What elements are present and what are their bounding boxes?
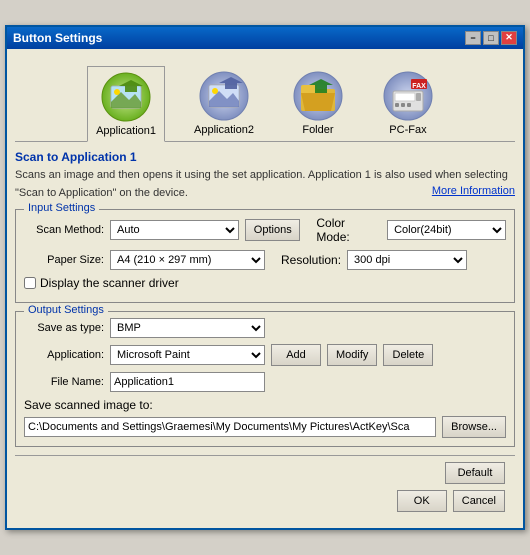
- paper-size-select[interactable]: A4 (210 × 297 mm): [110, 250, 265, 270]
- application-select[interactable]: Microsoft Paint: [110, 345, 265, 365]
- app2-icon: [198, 70, 250, 122]
- delete-button[interactable]: Delete: [383, 344, 433, 366]
- main-content: Application1: [7, 49, 523, 528]
- button-settings-window: Button Settings − □ ✕: [5, 25, 525, 530]
- path-row: Browse...: [24, 416, 506, 438]
- ok-cancel-row: OK Cancel: [15, 490, 515, 520]
- save-type-row: Save as type: BMP: [24, 318, 506, 338]
- application-label: Application:: [24, 349, 104, 361]
- input-settings-label: Input Settings: [24, 202, 99, 214]
- resolution-select[interactable]: 300 dpi: [347, 250, 467, 270]
- tab-application1-label: Application1: [96, 125, 156, 137]
- tab-application2-label: Application2: [194, 124, 254, 136]
- description-line2: "Scan to Application" on the device.: [15, 186, 188, 201]
- ok-button[interactable]: OK: [397, 490, 447, 512]
- paper-size-row: Paper Size: A4 (210 × 297 mm) Resolution…: [24, 250, 506, 270]
- description-line1: Scans an image and then opens it using t…: [15, 168, 515, 183]
- save-path-input[interactable]: [24, 417, 436, 437]
- cancel-button[interactable]: Cancel: [453, 490, 505, 512]
- display-driver-checkbox[interactable]: [24, 277, 36, 289]
- title-bar: Button Settings − □ ✕: [7, 27, 523, 49]
- tab-pcfax-label: PC-Fax: [389, 124, 426, 136]
- file-name-row: File Name:: [24, 372, 506, 392]
- resolution-label: Resolution:: [281, 253, 341, 267]
- bottom-bar: Default: [15, 455, 515, 490]
- file-name-input[interactable]: [110, 372, 265, 392]
- tab-folder-label: Folder: [302, 124, 333, 136]
- output-settings-label: Output Settings: [24, 304, 108, 316]
- save-type-select[interactable]: BMP: [110, 318, 265, 338]
- input-settings-group: Input Settings Scan Method: Auto Options…: [15, 209, 515, 303]
- app1-icon: [100, 71, 152, 123]
- scan-method-label: Scan Method:: [24, 224, 104, 236]
- display-driver-label: Display the scanner driver: [40, 276, 179, 290]
- tab-application1[interactable]: Application1: [87, 66, 165, 142]
- window-title: Button Settings: [13, 31, 102, 45]
- file-name-label: File Name:: [24, 376, 104, 388]
- save-to-label: Save scanned image to:: [24, 398, 506, 412]
- bottom-right-buttons: Default: [445, 462, 505, 484]
- scan-method-select[interactable]: Auto: [110, 220, 239, 240]
- maximize-button[interactable]: □: [483, 31, 499, 45]
- application-row: Application: Microsoft Paint Add Modify …: [24, 344, 506, 366]
- add-button[interactable]: Add: [271, 344, 321, 366]
- tab-folder[interactable]: Folder: [283, 65, 353, 141]
- folder-icon: [292, 70, 344, 122]
- section-title: Scan to Application 1: [15, 150, 515, 164]
- output-settings-group: Output Settings Save as type: BMP Applic…: [15, 311, 515, 447]
- options-button[interactable]: Options: [245, 219, 301, 241]
- tab-bar: Application1: [15, 57, 515, 142]
- tab-pcfax[interactable]: FAX PC-Fax: [373, 65, 443, 141]
- scan-method-row: Scan Method: Auto Options Color Mode: Co…: [24, 216, 506, 244]
- display-driver-row: Display the scanner driver: [24, 276, 506, 290]
- minimize-button[interactable]: −: [465, 31, 481, 45]
- modify-button[interactable]: Modify: [327, 344, 377, 366]
- more-information-link[interactable]: More Information: [432, 185, 515, 197]
- svg-text:FAX: FAX: [412, 83, 426, 90]
- color-mode-label: Color Mode:: [316, 216, 381, 244]
- browse-button[interactable]: Browse...: [442, 416, 506, 438]
- pcfax-icon: FAX: [382, 70, 434, 122]
- close-button[interactable]: ✕: [501, 31, 517, 45]
- default-button[interactable]: Default: [445, 462, 505, 484]
- title-bar-buttons: − □ ✕: [465, 31, 517, 45]
- tab-application2[interactable]: Application2: [185, 65, 263, 141]
- save-type-label: Save as type:: [24, 322, 104, 334]
- color-mode-select[interactable]: Color(24bit): [387, 220, 506, 240]
- paper-size-label: Paper Size:: [24, 254, 104, 266]
